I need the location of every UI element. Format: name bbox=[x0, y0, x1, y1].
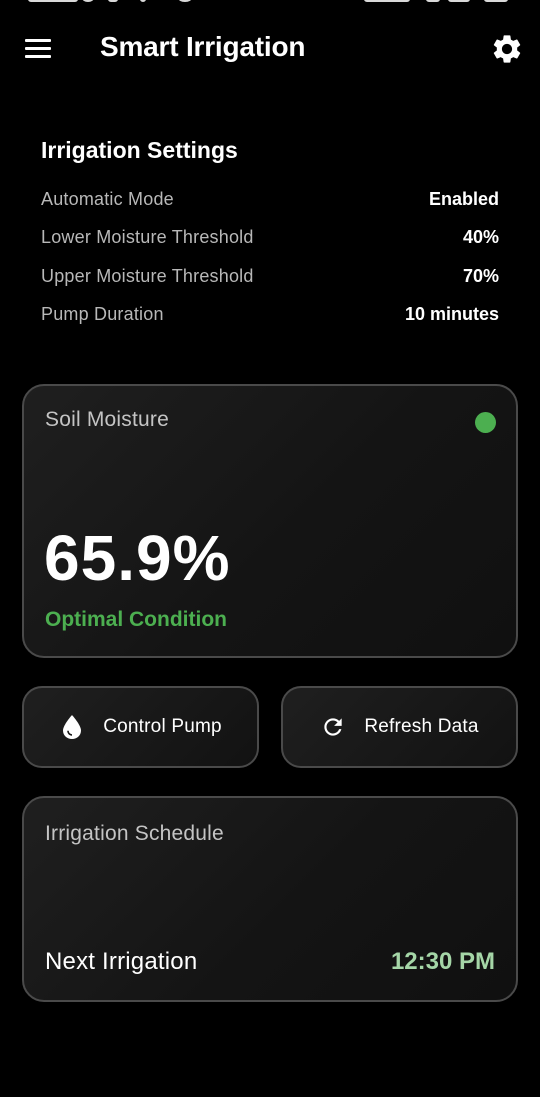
setting-label: Automatic Mode bbox=[41, 188, 174, 209]
setting-label: Lower Moisture Threshold bbox=[41, 227, 254, 248]
next-irrigation-label: Next Irrigation bbox=[45, 948, 198, 975]
schedule-title: Irrigation Schedule bbox=[45, 822, 224, 845]
setting-row-automatic-mode: Automatic Mode Enabled bbox=[41, 180, 499, 219]
gear-icon[interactable] bbox=[490, 32, 524, 66]
setting-row-lower-threshold: Lower Moisture Threshold 40% bbox=[41, 219, 499, 258]
refresh-data-label: Refresh Data bbox=[364, 716, 479, 737]
status-bar bbox=[0, 0, 540, 6]
setting-label: Pump Duration bbox=[41, 304, 164, 325]
status-indicator-dot bbox=[475, 412, 496, 433]
app-bar: Smart Irrigation bbox=[0, 22, 540, 74]
control-pump-button[interactable]: Control Pump bbox=[22, 686, 259, 768]
soil-moisture-title: Soil Moisture bbox=[45, 408, 169, 431]
setting-label: Upper Moisture Threshold bbox=[41, 265, 254, 286]
setting-value: 70% bbox=[462, 265, 499, 286]
refresh-icon bbox=[320, 714, 346, 740]
soil-moisture-card: Soil Moisture 65.9% Optimal Condition bbox=[22, 384, 518, 658]
water-drop-icon bbox=[59, 714, 85, 740]
next-irrigation-time: 12:30 PM bbox=[390, 948, 495, 975]
irrigation-settings-section: Irrigation Settings Automatic Mode Enabl… bbox=[41, 134, 499, 334]
setting-value: 10 minutes bbox=[404, 304, 499, 325]
setting-row-pump-duration: Pump Duration 10 minutes bbox=[41, 296, 499, 335]
setting-value: Enabled bbox=[428, 188, 499, 209]
condition-status: Optimal Condition bbox=[45, 608, 227, 631]
setting-row-upper-threshold: Upper Moisture Threshold 70% bbox=[41, 257, 499, 296]
hamburger-menu-icon[interactable] bbox=[22, 32, 56, 64]
settings-title: Irrigation Settings bbox=[41, 137, 238, 163]
refresh-data-button[interactable]: Refresh Data bbox=[281, 686, 518, 768]
irrigation-schedule-card: Irrigation Schedule Next Irrigation 12:3… bbox=[22, 796, 518, 1002]
moisture-value: 65.9% bbox=[44, 522, 231, 594]
control-pump-label: Control Pump bbox=[103, 716, 222, 737]
app-title: Smart Irrigation bbox=[100, 31, 306, 62]
setting-value: 40% bbox=[462, 227, 499, 248]
